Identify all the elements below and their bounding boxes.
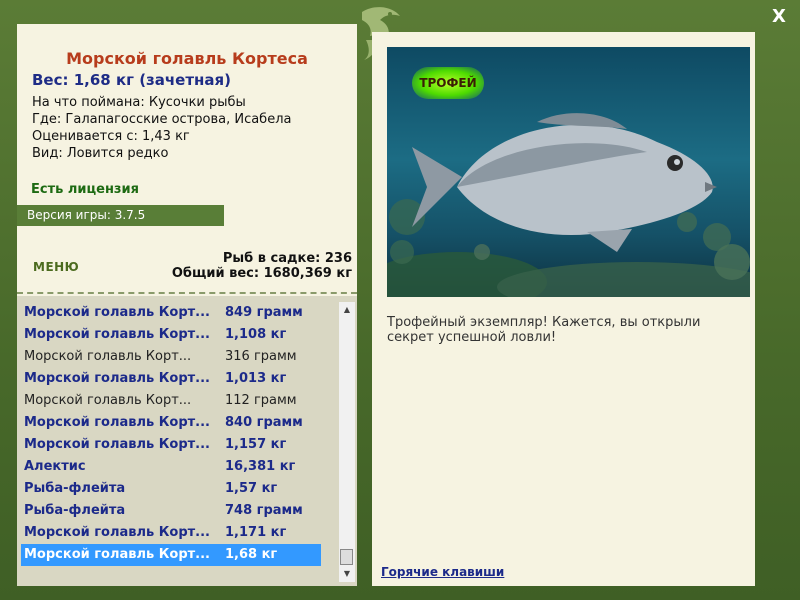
catch-row-name: Морской голавль Корт...	[24, 393, 192, 408]
catch-row-name: Морской голавль Корт...	[24, 327, 210, 342]
catch-row-weight: 16,381 кг	[225, 459, 296, 474]
fish-photo-panel: ТРОФЕЙ Трофейный экземпляр! Кажется, вы …	[372, 32, 755, 586]
catch-stats: Рыб в садке: 236 Общий вес: 1680,369 кг	[172, 251, 352, 281]
close-button[interactable]: X	[768, 6, 790, 28]
catch-row-weight: 849 грамм	[225, 305, 303, 320]
catch-list-panel: Морской голавль Корт... 849 грамм Морской …	[17, 296, 357, 586]
fish-photo: ТРОФЕЙ	[387, 47, 750, 297]
divider	[17, 292, 357, 294]
catch-row-name: Рыба-флейта	[24, 481, 126, 496]
catch-row-weight: 1,57 кг	[225, 481, 278, 496]
fish-weight: Вес: 1,68 кг (зачетная)	[32, 71, 232, 89]
bait-text: На что поймана: Кусочки рыбы	[32, 95, 246, 110]
catch-row-weight: 748 грамм	[225, 503, 303, 518]
catch-row[interactable]: Морской голавль Корт... 849 грамм	[21, 302, 321, 324]
catch-row[interactable]: Морской голавль Корт... 1,108 кг	[21, 324, 321, 346]
catch-row-name: Морской голавль Корт...	[24, 371, 210, 386]
catch-row[interactable]: Морской голавль Корт... 316 грамм	[21, 346, 321, 368]
trophy-badge: ТРОФЕЙ	[412, 67, 484, 99]
fish-count: Рыб в садке: 236	[222, 251, 352, 266]
scrollbar[interactable]: ▲ ▼	[339, 302, 355, 582]
valued-text: Оценивается с: 1,43 кг	[32, 129, 190, 144]
catch-row-name: Морской голавль Корт...	[24, 349, 192, 364]
catch-row[interactable]: Морской голавль Корт... 1,157 кг	[21, 434, 321, 456]
catch-row-name: Морской голавль Корт...	[24, 547, 210, 562]
catch-row[interactable]: Морской голавль Корт... 1,013 кг	[21, 368, 321, 390]
catch-row-name: Морской голавль Корт...	[24, 437, 210, 452]
catch-row[interactable]: Алектис 16,381 кг	[21, 456, 321, 478]
total-weight: Общий вес: 1680,369 кг	[171, 266, 352, 281]
catch-row-name: Морской голавль Корт...	[24, 525, 210, 540]
scroll-up-icon[interactable]: ▲	[339, 302, 355, 318]
game-version: Версия игры: 3.7.5	[17, 205, 224, 226]
catch-row-weight: 840 грамм	[225, 415, 303, 430]
catch-row[interactable]: Морской голавль Корт... 1,68 кг	[21, 544, 321, 566]
location-text: Где: Галапагосские острова, Исабела	[32, 112, 292, 127]
catch-row[interactable]: Рыба-флейта 1,57 кг	[21, 478, 321, 500]
kind-text: Вид: Ловится редко	[32, 146, 169, 161]
fish-title: Морской голавль Кортеса	[66, 49, 308, 68]
menu-button[interactable]: МЕНЮ	[33, 260, 79, 274]
catch-row[interactable]: Морской голавль Корт... 1,171 кг	[21, 522, 321, 544]
catch-row-weight: 1,108 кг	[225, 327, 287, 342]
scroll-thumb[interactable]	[340, 549, 353, 565]
catch-row-weight: 112 грамм	[225, 393, 297, 408]
catch-row[interactable]: Рыба-флейта 748 грамм	[21, 500, 321, 522]
catch-row-weight: 1,013 кг	[225, 371, 287, 386]
catch-row-weight: 316 грамм	[225, 349, 297, 364]
catch-row[interactable]: Морской голавль Корт... 840 грамм	[21, 412, 321, 434]
catch-row[interactable]: Морской голавль Корт... 112 грамм	[21, 390, 321, 412]
fish-details: На что поймана: Кусочки рыбы Где: Галапа…	[32, 94, 291, 162]
catch-row-weight: 1,157 кг	[225, 437, 287, 452]
hotkeys-link[interactable]: Горячие клавиши	[381, 565, 504, 579]
license-status: Есть лицензия	[31, 182, 139, 197]
catch-row-name: Морской голавль Корт...	[24, 415, 210, 430]
catch-row-name: Рыба-флейта	[24, 503, 126, 518]
catch-list: Морской голавль Корт... 849 грамм Морской …	[21, 302, 321, 566]
catch-row-weight: 1,68 кг	[225, 547, 278, 562]
catch-row-name: Алектис	[24, 459, 86, 474]
catch-row-weight: 1,171 кг	[225, 525, 287, 540]
catch-row-name: Морской голавль Корт...	[24, 305, 210, 320]
fish-info-panel: Морской голавль Кортеса Вес: 1,68 кг (за…	[17, 24, 357, 586]
scroll-down-icon[interactable]: ▼	[339, 566, 355, 582]
trophy-description: Трофейный экземпляр! Кажется, вы открыли…	[387, 315, 701, 345]
